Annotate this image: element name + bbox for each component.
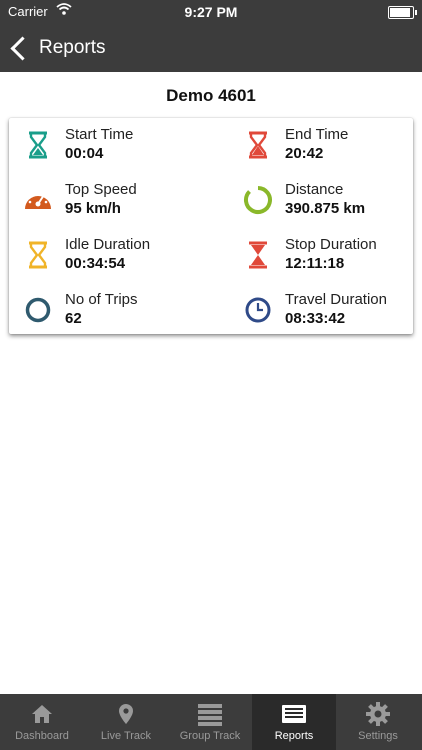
tab-label: Settings bbox=[358, 730, 398, 742]
back-button-label: Reports bbox=[39, 37, 106, 58]
gear-icon bbox=[366, 702, 390, 726]
stat-value: 95 km/h bbox=[65, 200, 121, 217]
report-icon bbox=[282, 705, 306, 723]
stat-idle-duration: Idle Duration 00:34:54 bbox=[23, 236, 213, 276]
stat-top-speed: Top Speed 95 km/h bbox=[23, 181, 213, 221]
vehicle-title: Demo 4601 bbox=[166, 86, 256, 105]
status-time: 9:27 PM bbox=[184, 4, 238, 20]
stat-value: 00:34:54 bbox=[65, 255, 126, 272]
stat-value: 08:33:42 bbox=[285, 310, 346, 327]
ring-icon bbox=[244, 186, 272, 214]
tab-live-track[interactable]: Live Track bbox=[84, 694, 168, 750]
clock-icon bbox=[245, 297, 271, 323]
tab-label: Reports bbox=[274, 730, 314, 742]
hourglass-icon bbox=[29, 131, 47, 159]
stat-distance: Distance 390.875 km bbox=[243, 181, 422, 221]
stat-label: End Time bbox=[285, 126, 349, 143]
list-icon bbox=[198, 704, 222, 726]
home-icon bbox=[32, 705, 52, 723]
stat-label: Start Time bbox=[65, 126, 134, 143]
stat-start-time: Start Time 00:04 bbox=[23, 126, 213, 166]
stat-value: 390.875 km bbox=[285, 200, 366, 217]
tab-label: Group Track bbox=[179, 730, 241, 742]
stat-label: Travel Duration bbox=[285, 291, 387, 308]
tab-label: Live Track bbox=[100, 730, 152, 742]
battery-icon bbox=[388, 6, 417, 19]
stat-label: Top Speed bbox=[65, 181, 137, 198]
tab-group-track[interactable]: Group Track bbox=[168, 694, 252, 750]
hourglass-icon bbox=[29, 241, 47, 269]
stat-stop-duration: Stop Duration 12:11:18 bbox=[243, 236, 422, 276]
circle-icon bbox=[25, 297, 51, 323]
tab-reports[interactable]: Reports bbox=[252, 694, 336, 750]
stat-value: 20:42 bbox=[285, 145, 324, 162]
tab-label: Dashboard bbox=[15, 730, 69, 742]
tab-settings[interactable]: Settings bbox=[336, 694, 420, 750]
tab-dashboard[interactable]: Dashboard bbox=[0, 694, 84, 750]
speedometer-icon bbox=[25, 192, 51, 209]
nav-bar: Reports bbox=[0, 26, 422, 70]
battery-level bbox=[390, 8, 410, 17]
stat-label: Distance bbox=[285, 181, 344, 198]
chevron-left-icon bbox=[10, 35, 35, 61]
stat-end-time: End Time 20:42 bbox=[243, 126, 422, 166]
app-header: Carrier 9:27 PM Reports bbox=[0, 0, 422, 72]
hourglass-icon bbox=[249, 131, 267, 159]
back-button[interactable]: Reports bbox=[6, 32, 106, 64]
hourglass-icon bbox=[249, 241, 267, 269]
stat-value: 12:11:18 bbox=[285, 255, 345, 272]
stat-value: 00:04 bbox=[65, 145, 104, 162]
stat-value: 62 bbox=[65, 310, 82, 327]
stat-no-of-trips: No of Trips 62 bbox=[23, 291, 213, 331]
stat-label: Stop Duration bbox=[285, 236, 377, 253]
stat-travel-duration: Travel Duration 08:33:42 bbox=[243, 291, 422, 331]
stat-label: No of Trips bbox=[65, 291, 138, 308]
tab-bar: Dashboard Live Track Group Track Reports bbox=[0, 694, 422, 750]
map-pin-icon bbox=[119, 704, 133, 724]
stat-label: Idle Duration bbox=[65, 236, 151, 253]
report-summary-card: Start Time 00:04 End Time 20:42 Top Spee… bbox=[9, 118, 413, 334]
status-bar: Carrier 9:27 PM bbox=[0, 0, 422, 24]
